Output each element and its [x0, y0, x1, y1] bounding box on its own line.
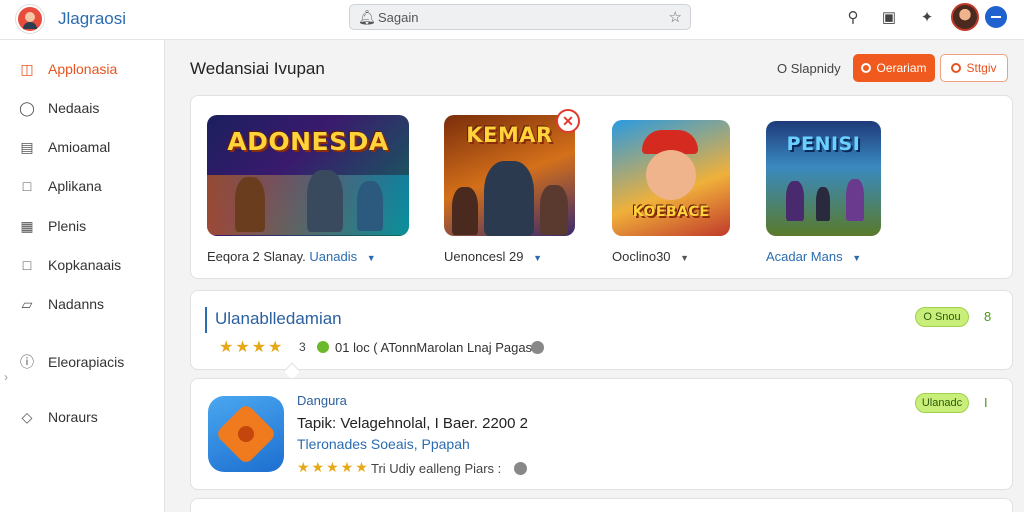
game-label[interactable]: Ooclino30 ▼ [612, 249, 689, 264]
bell-icon: 🔔︎ [358, 9, 376, 25]
sidebar-item-nadanns[interactable]: ▱ Nadanns [18, 293, 158, 315]
game-label[interactable]: Acadar Mans ▼ [766, 249, 861, 264]
close-icon[interactable]: ✕ [556, 109, 580, 133]
rating-count: 3 [299, 340, 306, 354]
list-icon: ▤ [20, 139, 34, 155]
secondary-action-label: Sttgiv [966, 61, 997, 75]
avatar[interactable] [951, 3, 979, 31]
game-art-title: ADONESDA [227, 127, 389, 156]
game-thumbnail[interactable]: ADONESDA [207, 115, 409, 236]
gear-icon [214, 402, 278, 466]
list-item[interactable] [190, 498, 1013, 512]
app-name[interactable]: Tapik: Velagehnolal, I Baer. 2200 2 [297, 415, 528, 432]
game-label[interactable]: Eeqora 2 Slanay. Uanadis ▼ [207, 249, 376, 264]
sidebar-item-noraurs[interactable]: ◇ Noraurs [18, 406, 158, 428]
sidebar-item-plenis[interactable]: ▦ Plenis [18, 215, 158, 237]
featured-games-card: ADONESDA Eeqora 2 Slanay. Uanadis ▼ KEMA… [190, 95, 1013, 279]
chevron-down-icon: ▼ [680, 253, 690, 263]
sidebar-item-eleorapiacis[interactable]: ⓘ Eleorapiacis [18, 351, 158, 373]
clipboard-icon[interactable]: ▣ [878, 7, 900, 29]
search-bar[interactable]: 🔔︎ ☆ [349, 4, 691, 30]
status-badge[interactable]: O Snou [915, 307, 969, 327]
side-count: 8 [984, 309, 992, 324]
side-count: I [984, 395, 988, 410]
search-input[interactable] [378, 8, 658, 26]
game-thumbnail[interactable]: KOEBACE [612, 120, 730, 236]
info-icon[interactable] [514, 462, 527, 475]
primary-action-button[interactable]: Oerariam [853, 54, 935, 82]
game-art-title: KOEBACE [632, 204, 710, 220]
square-icon: □ [22, 257, 32, 273]
app-logo[interactable] [16, 5, 44, 33]
rating-text: Tri Udiy ealleng Piars : [371, 461, 502, 476]
list-item[interactable]: Ulanablledamian ★★★★ 3 01 loc ( ATonnMar… [190, 290, 1013, 370]
sparkle-icon[interactable]: ✦ [916, 7, 938, 29]
game-thumbnail[interactable]: KEMAR [444, 115, 575, 236]
app-tags[interactable]: Tleronades Soeais, Ppapah [297, 436, 470, 452]
star-rating: ★★★★ [219, 339, 285, 356]
game-art-title: PENISI [786, 133, 861, 155]
list-item-meta: 01 loc ( ATonnMarolan Lnaj Pagas [335, 340, 533, 355]
chevron-down-icon: ▼ [852, 253, 862, 263]
primary-action-label: Oerariam [876, 61, 927, 75]
accent-bar [205, 307, 207, 333]
chevron-down-icon: ▼ [533, 253, 543, 263]
sidebar-item-label: Applonasia [48, 61, 118, 77]
list-item[interactable]: Dangura Tapik: Velagehnolal, I Baer. 220… [190, 378, 1013, 490]
top-bar: Jlagraosi 🔔︎ ☆ ⚲ ▣ ✦ [0, 0, 1024, 40]
app-category: Dangura [297, 393, 347, 408]
search-icon[interactable]: ⚲ [842, 7, 864, 29]
circle-icon [951, 63, 962, 73]
sidebar-item-label: Plenis [48, 218, 87, 234]
page-title: Wedansiai Ivupan [190, 59, 325, 78]
minus-toggle-icon[interactable] [985, 6, 1007, 28]
star-icon[interactable]: ☆ [669, 8, 682, 26]
sidebar-item-kopkanaais[interactable]: □ Kopkanaais [18, 254, 158, 276]
bookmark-icon: ▱ [21, 296, 33, 312]
chat-icon: ◯ [19, 100, 35, 116]
sort-dropdown[interactable]: O Slapnidy [777, 61, 841, 76]
sidebar-item-label: Nadanns [48, 296, 105, 312]
sidebar-item-label: Nedaais [48, 100, 100, 116]
chevron-down-icon: ▼ [366, 253, 376, 263]
collapse-handle-icon[interactable]: › [4, 370, 8, 384]
status-badge[interactable]: Ulanadc [915, 393, 969, 413]
diamond-icon: ◇ [21, 409, 33, 425]
game-thumbnail[interactable]: PENISI [766, 121, 881, 236]
circle-icon [861, 63, 872, 73]
secondary-action-button[interactable]: Sttgiv [940, 54, 1008, 82]
list-item-title[interactable]: Ulanablledamian [215, 309, 342, 329]
sidebar-item-applonasia[interactable]: ◫ Applonasia [18, 58, 158, 80]
sidebar-item-label: Kopkanaais [48, 257, 122, 273]
star-rating: ★★★★★ [297, 459, 370, 475]
sidebar-item-label: Amioamal [48, 139, 111, 155]
info-icon: ⓘ [20, 354, 34, 370]
store-icon: ◫ [20, 61, 34, 77]
sidebar-item-nedaais[interactable]: ◯ Nedaais [18, 97, 158, 119]
sidebar-item-label: Noraurs [48, 409, 98, 425]
info-icon[interactable] [531, 341, 544, 354]
app-icon[interactable] [208, 396, 284, 472]
building-icon: ▦ [20, 218, 34, 234]
sidebar: ◫ Applonasia ◯ Nedaais ▤ Amioamal □ Apli… [0, 40, 165, 512]
sidebar-item-label: Aplikana [48, 178, 102, 194]
app-title: Jlagraosi [58, 9, 127, 28]
sidebar-item-aplikana[interactable]: □ Aplikana [18, 175, 158, 197]
game-label[interactable]: Uenoncesl 29 ▼ [444, 249, 542, 264]
sidebar-item-label: Eleorapiacis [48, 354, 125, 370]
game-art-title: KEMAR [466, 123, 553, 147]
status-dot-icon [317, 341, 329, 353]
sidebar-item-amioamal[interactable]: ▤ Amioamal [18, 136, 158, 158]
square-icon: □ [22, 178, 32, 194]
